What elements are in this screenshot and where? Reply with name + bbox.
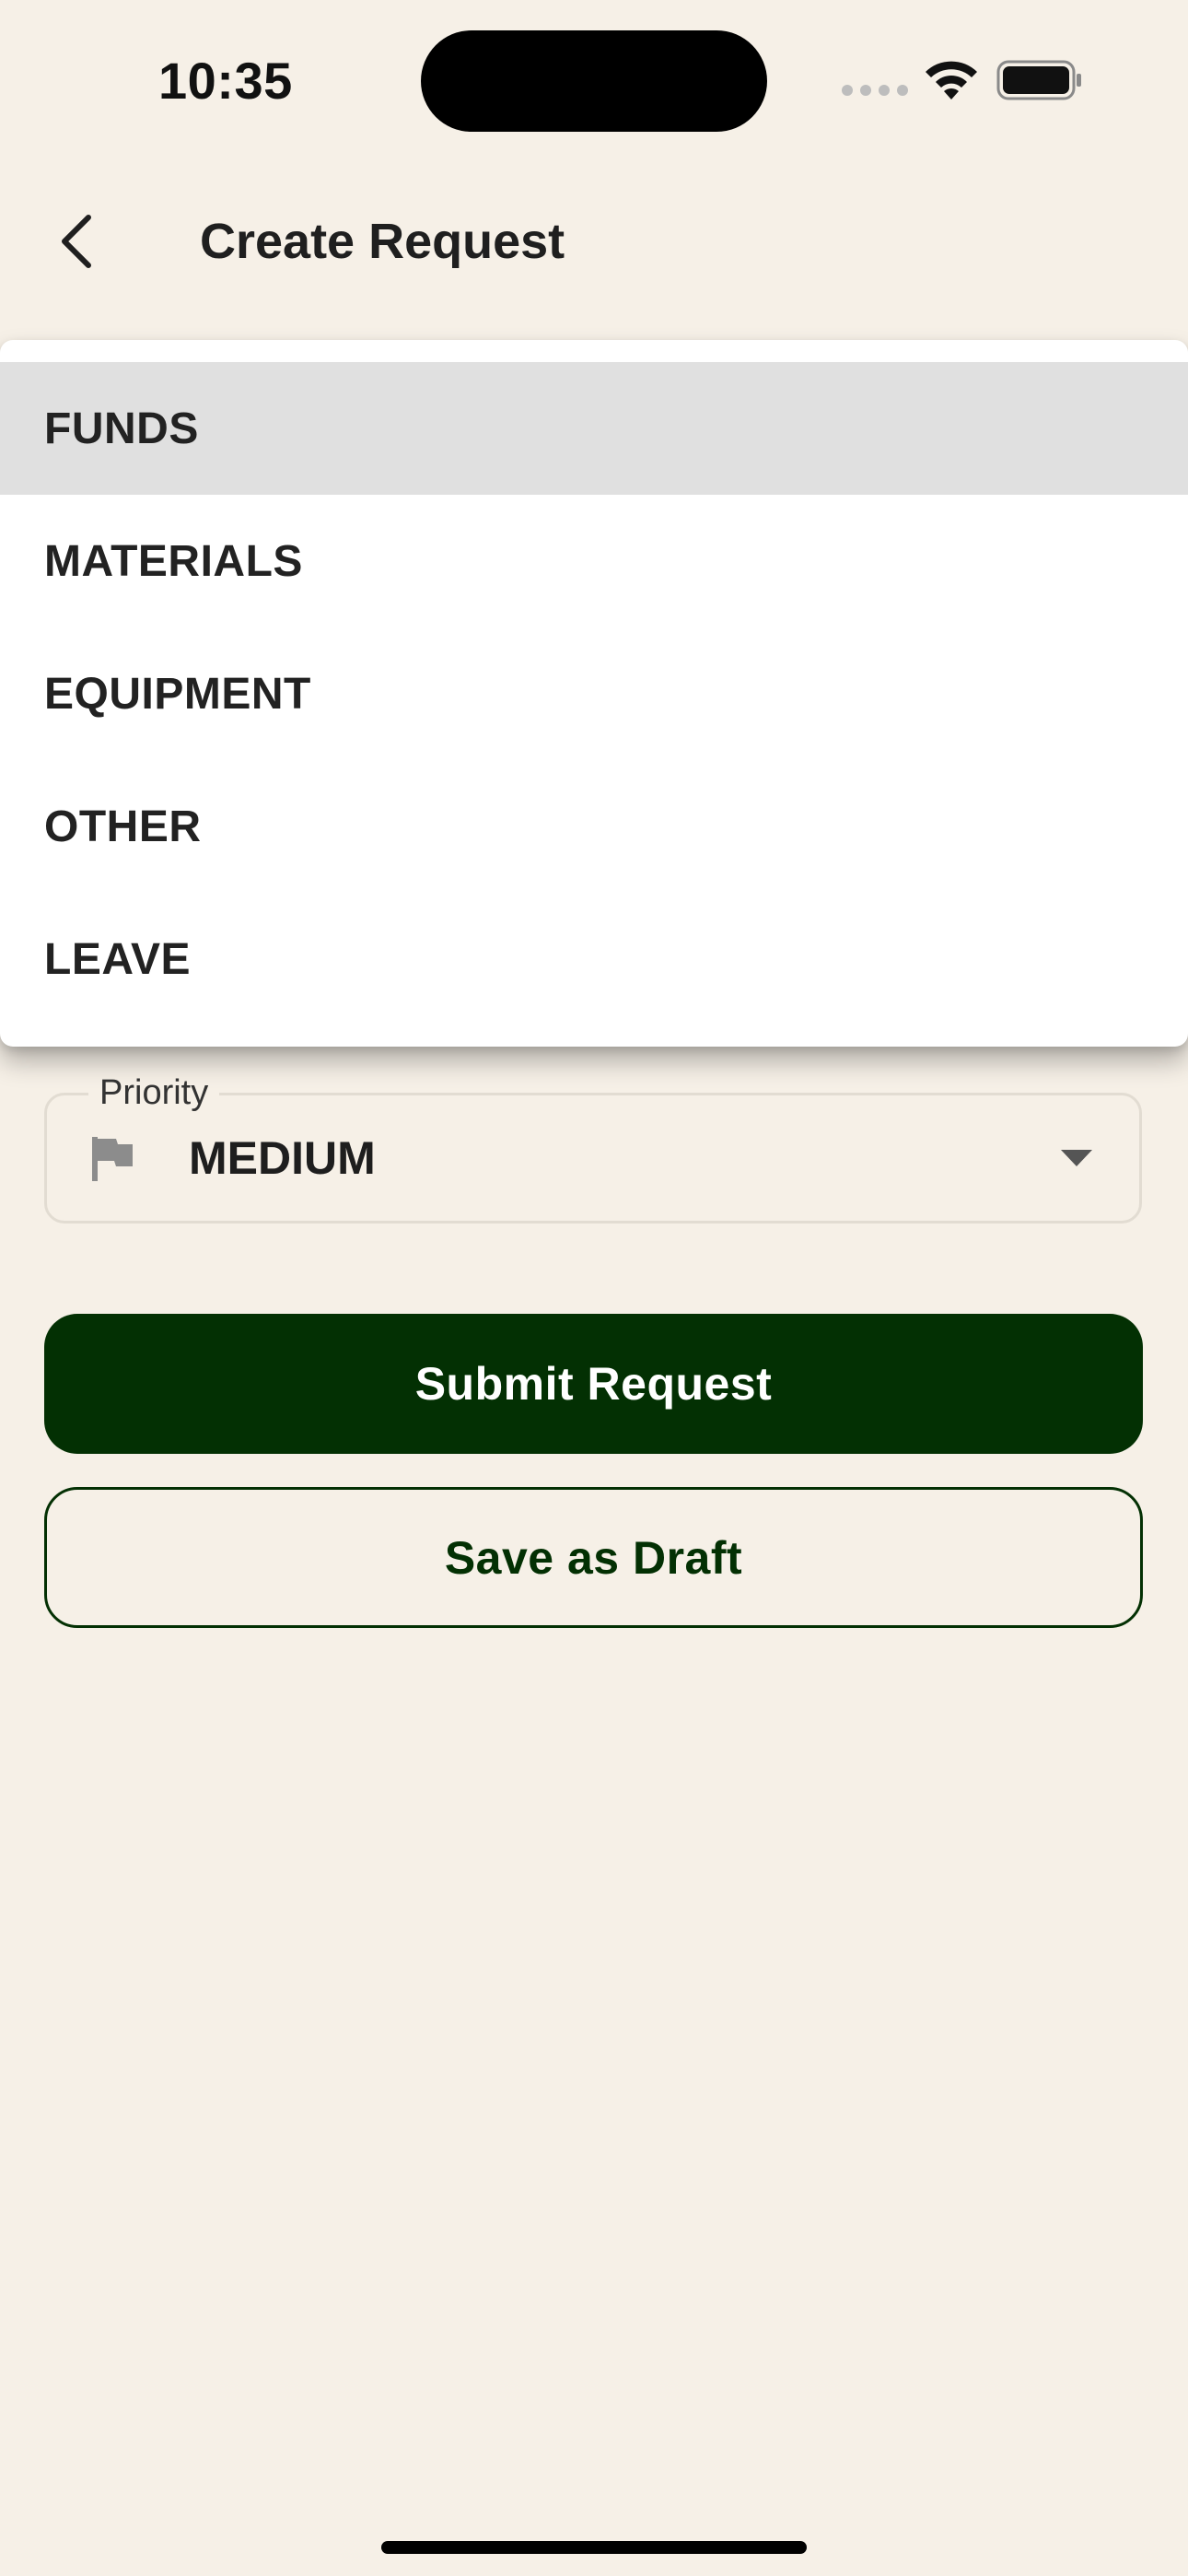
category-dropdown-menu: FUNDS MATERIALS EQUIPMENT OTHER LEAVE — [0, 340, 1188, 1047]
status-time: 10:35 — [158, 52, 293, 110]
flag-icon — [92, 1137, 133, 1181]
menu-item-materials[interactable]: MATERIALS — [0, 495, 1188, 627]
dynamic-island — [421, 30, 767, 132]
dropdown-arrow-icon[interactable] — [1061, 1150, 1092, 1168]
priority-label: Priority — [88, 1069, 220, 1117]
home-indicator[interactable] — [381, 2541, 807, 2554]
submit-request-button[interactable]: Submit Request — [44, 1314, 1143, 1454]
priority-value: MEDIUM — [189, 1132, 376, 1184]
menu-item-leave[interactable]: LEAVE — [0, 893, 1188, 1025]
save-as-draft-button[interactable]: Save as Draft — [44, 1487, 1143, 1628]
battery-icon — [996, 60, 1081, 100]
signal-dots-icon — [842, 85, 908, 96]
page-title: Create Request — [200, 214, 565, 269]
wifi-icon — [926, 61, 977, 100]
menu-item-funds[interactable]: FUNDS — [0, 362, 1188, 495]
menu-item-equipment[interactable]: EQUIPMENT — [0, 627, 1188, 760]
menu-item-other[interactable]: OTHER — [0, 760, 1188, 893]
chevron-left-icon[interactable] — [48, 205, 107, 278]
